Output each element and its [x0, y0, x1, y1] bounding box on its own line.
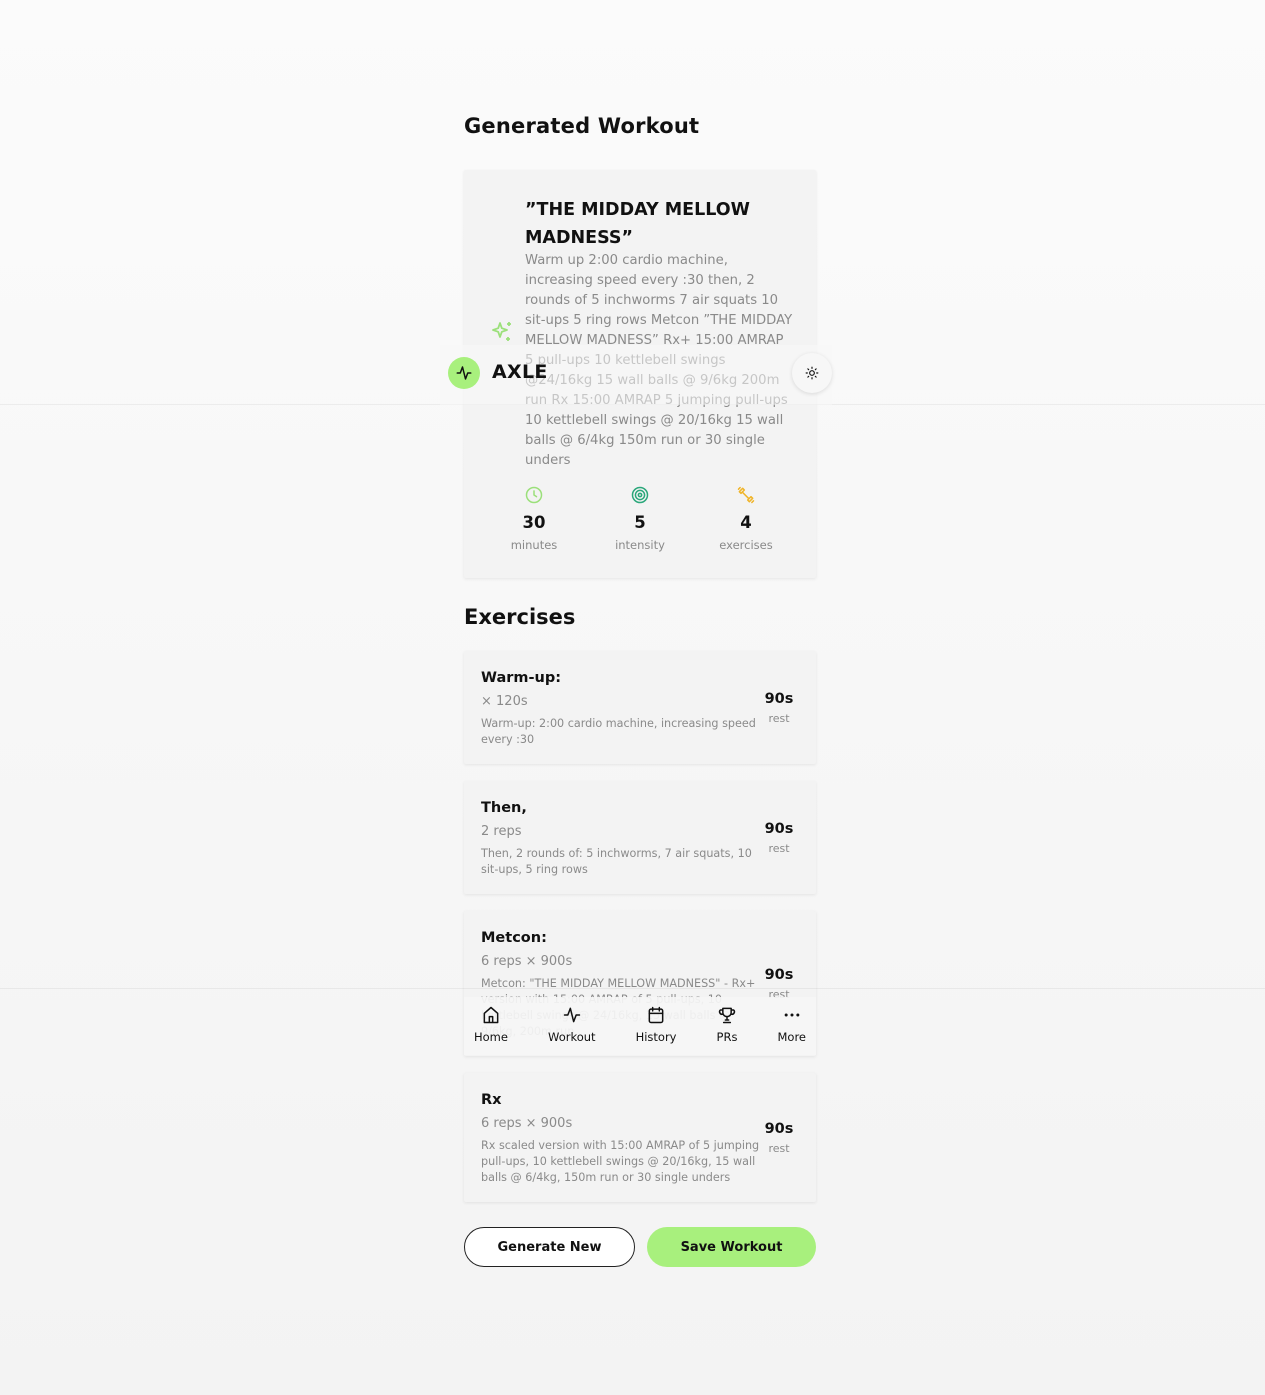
stat-value: 5 [634, 513, 646, 532]
nav-item-prs[interactable]: PRs [716, 997, 738, 1055]
stat-exercises: 4 exercises [693, 485, 799, 552]
exercise-name: Warm-up: [481, 670, 562, 686]
activity-icon [563, 1007, 581, 1023]
exercise-card[interactable]: Warm-up: × 120s Warm-up: 2:00 cardio mac… [464, 651, 816, 764]
stat-label: exercises [719, 538, 773, 552]
nav-label: History [635, 1030, 677, 1044]
workout-stats: 30 minutes 5 intensity 4 exercises [481, 485, 799, 552]
rest-value: 90s [764, 821, 794, 837]
sparkles-icon [492, 322, 511, 341]
stat-duration: 30 minutes [481, 485, 587, 552]
rest-value: 90s [764, 691, 794, 707]
exercise-name: Metcon: [481, 930, 547, 946]
generate-new-button[interactable]: Generate New [464, 1227, 635, 1267]
exercise-sets: 6 reps × 900s [481, 1116, 573, 1131]
nav-item-more[interactable]: More [777, 997, 806, 1055]
workout-title: ”THE MIDDAY MELLOW MADNESS” [525, 200, 750, 248]
exercises-heading: Exercises [464, 605, 576, 629]
stat-intensity: 5 intensity [587, 485, 693, 552]
app-logo[interactable] [448, 357, 480, 389]
stat-label: intensity [615, 538, 665, 552]
exercise-rest: 90s rest [759, 691, 799, 725]
rest-label: rest [768, 1142, 790, 1155]
app-name: AXLE [492, 361, 548, 383]
exercise-note: Rx scaled version with 15:00 AMRAP of 5 … [481, 1139, 760, 1184]
more-icon [784, 1013, 800, 1017]
nav-item-history[interactable]: History [636, 997, 677, 1055]
page-title: Generated Workout [464, 114, 700, 138]
calendar-icon [648, 1006, 664, 1024]
nav-label: Home [474, 1030, 508, 1044]
exercise-card[interactable]: Then, 2 reps Then, 2 rounds of: 5 inchwo… [464, 781, 816, 894]
exercise-rest: 90s rest [759, 821, 799, 855]
rest-value: 90s [764, 1121, 794, 1137]
nav-label: Workout [548, 1030, 596, 1044]
rest-value: 90s [764, 967, 794, 983]
save-workout-button[interactable]: Save Workout [647, 1227, 816, 1267]
activity-icon [456, 366, 472, 380]
bottom-nav: Home Workout History PRs More [464, 997, 816, 1055]
exercise-note: Then, 2 rounds of: 5 inchworms, 7 air sq… [481, 847, 752, 876]
exercise-name: Then, [481, 800, 527, 816]
app-header [0, 345, 1265, 405]
stat-value: 4 [740, 513, 752, 532]
exercise-name: Rx [481, 1092, 502, 1108]
nav-item-home[interactable]: Home [474, 997, 508, 1055]
clock-icon [525, 486, 543, 504]
dumbbell-icon [737, 486, 755, 504]
nav-item-workout[interactable]: Workout [548, 997, 596, 1055]
trophy-icon [718, 1007, 736, 1024]
nav-label: PRs [716, 1030, 738, 1044]
exercise-rest: 90s rest [759, 1121, 799, 1155]
home-icon [483, 1006, 499, 1024]
theme-toggle-button[interactable] [792, 353, 832, 393]
exercise-sets: 2 reps [481, 824, 522, 839]
exercise-note: Warm-up: 2:00 cardio machine, increasing… [481, 717, 756, 746]
exercise-sets: 6 reps × 900s [481, 954, 573, 969]
exercise-card[interactable]: Rx 6 reps × 900s Rx scaled version with … [464, 1073, 816, 1202]
nav-label: More [777, 1030, 806, 1044]
stat-label: minutes [510, 538, 558, 552]
sun-icon [805, 366, 819, 380]
exercise-sets: × 120s [481, 694, 528, 709]
stat-value: 30 [522, 513, 546, 532]
rest-label: rest [768, 842, 790, 855]
rest-label: rest [768, 712, 790, 725]
target-icon [631, 486, 649, 504]
